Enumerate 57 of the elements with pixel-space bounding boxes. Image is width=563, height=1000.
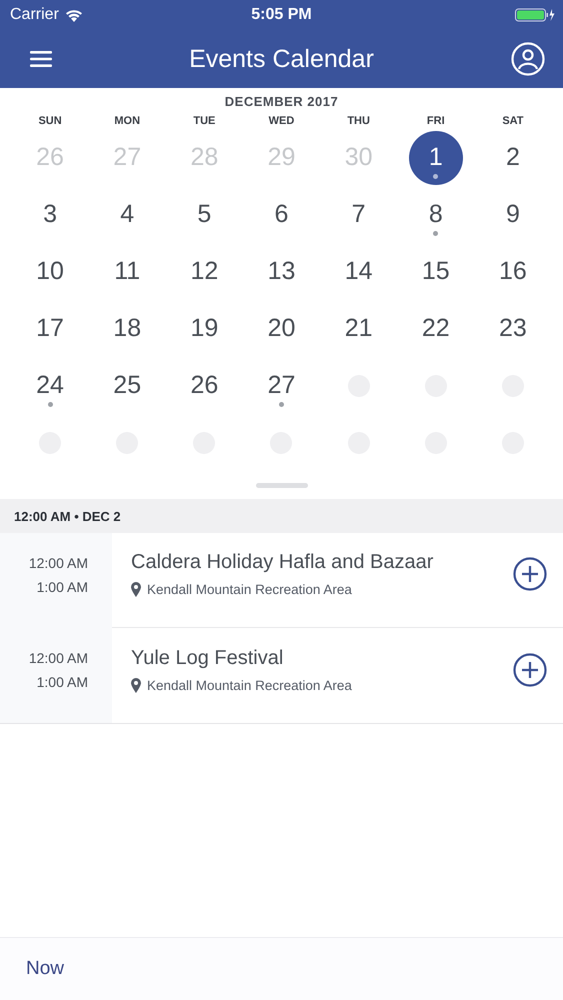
calendar-day[interactable]: 7 — [332, 188, 386, 242]
calendar-day[interactable]: 5 — [177, 188, 232, 242]
calendar-day[interactable]: 6 — [254, 188, 308, 242]
calendar-day[interactable]: 21 — [332, 302, 386, 356]
screen-title: Events Calendar — [189, 44, 374, 74]
calendar-day[interactable]: 8 — [408, 188, 463, 242]
event-end-time: 1:00 AM — [36, 579, 88, 595]
section-header-label: 12:00 AM • DEC 2 — [14, 508, 121, 524]
calendar-day[interactable]: 25 — [100, 358, 154, 412]
calendar-day[interactable]: 13 — [254, 244, 308, 298]
event-location: Kendall Mountain Recreation Area — [147, 678, 352, 692]
calendar-day[interactable]: 17 — [23, 302, 78, 356]
calendar-day[interactable]: 20 — [254, 302, 308, 356]
calendar-day[interactable]: 27 — [254, 358, 308, 412]
now-button[interactable]: Now — [26, 958, 64, 980]
calendar-day[interactable]: 22 — [408, 302, 463, 356]
add-icon[interactable] — [513, 557, 547, 591]
calendar-day[interactable]: 15 — [408, 244, 463, 298]
calendar-day[interactable]: 4 — [100, 188, 154, 242]
weekday-label: SAT — [501, 115, 525, 127]
weekday-label: WED — [268, 115, 296, 127]
event-start-time: 12:00 AM — [28, 555, 88, 571]
calendar-day[interactable]: 2 — [486, 130, 540, 184]
location-pin-icon — [131, 678, 141, 692]
event-title[interactable]: Yule Log Festival — [131, 646, 352, 670]
location-pin-icon — [131, 582, 141, 597]
event-end-time: 1:00 AM — [36, 674, 88, 690]
carrier-label: Carrier — [10, 6, 59, 24]
weekday-label: FRI — [426, 115, 446, 127]
event-start-time: 12:00 AM — [28, 650, 88, 666]
calendar-day[interactable]: 14 — [332, 244, 386, 298]
wifi-icon — [64, 8, 83, 22]
calendar-day[interactable]: 10 — [23, 244, 78, 298]
weekday-label: TUE — [192, 115, 216, 127]
menu-icon[interactable] — [30, 50, 52, 68]
weekday-label: THU — [346, 115, 371, 127]
event-title[interactable]: Caldera Holiday Hafla and Bazaar — [131, 551, 434, 574]
drag-handle[interactable] — [256, 482, 308, 488]
calendar-day[interactable]: 18 — [100, 302, 154, 356]
calendar-day[interactable]: 26 — [177, 358, 232, 412]
calendar-day[interactable]: 9 — [486, 188, 540, 242]
weekday-label: MON — [113, 115, 142, 127]
calendar-day[interactable]: 19 — [177, 302, 232, 356]
event-location: Kendall Mountain Recreation Area — [147, 582, 352, 597]
add-icon[interactable] — [513, 652, 547, 686]
calendar-day[interactable]: 23 — [486, 302, 540, 356]
battery-icon — [515, 8, 555, 22]
calendar-day[interactable]: 1 — [408, 130, 463, 184]
status-time: 5:05 PM — [251, 6, 312, 24]
calendar-day[interactable]: 16 — [486, 244, 540, 298]
profile-icon[interactable] — [510, 42, 545, 76]
weekday-label: SUN — [37, 115, 63, 127]
calendar-day[interactable]: 12 — [177, 244, 232, 298]
month-label: DECEMBER 2017 — [224, 94, 338, 109]
calendar-day[interactable]: 3 — [23, 188, 78, 242]
calendar-day[interactable]: 24 — [23, 358, 78, 412]
calendar-day[interactable]: 11 — [100, 244, 154, 298]
